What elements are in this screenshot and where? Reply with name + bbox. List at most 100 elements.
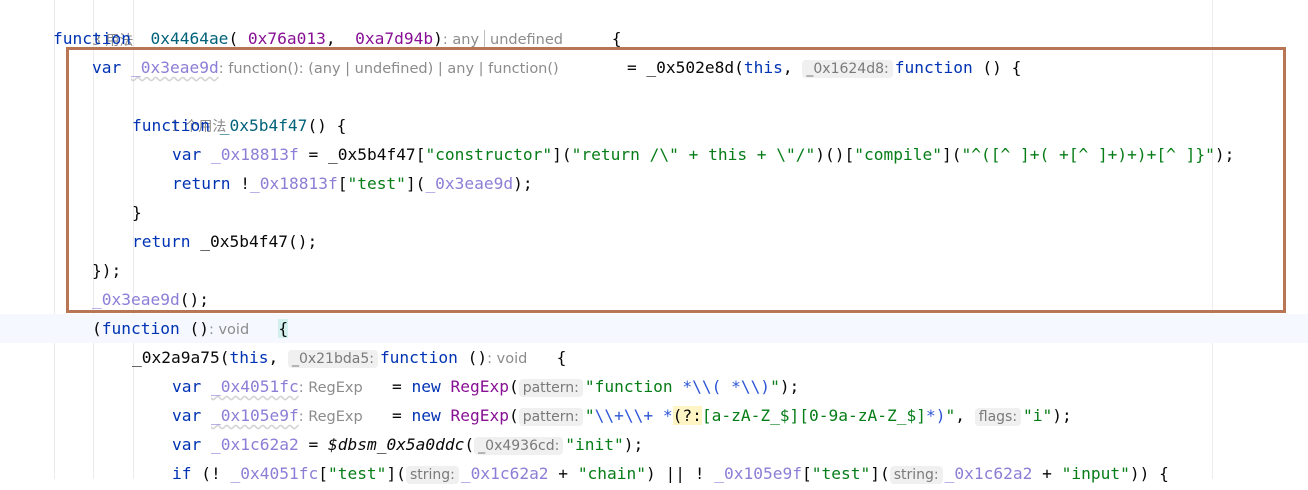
- variable-ref[interactable]: _0x1c62a2: [945, 464, 1033, 483]
- keyword: new: [411, 377, 441, 396]
- type-hint: undefined: [490, 32, 563, 48]
- string-literal: "^([^ ]+( +[^ ]+)+)+[^ ]}": [961, 145, 1215, 164]
- code-text: (): [179, 319, 209, 338]
- code-line-9[interactable]: });: [0, 256, 1308, 285]
- keyword: var: [172, 377, 202, 396]
- code-text: )) {: [1129, 464, 1169, 483]
- paren: (: [92, 319, 102, 338]
- variable-ref[interactable]: _0x1c62a2: [461, 464, 549, 483]
- code-text: ) || !: [646, 464, 715, 483]
- variable-name[interactable]: _0x1c62a2: [211, 435, 299, 454]
- keyword: var: [172, 406, 202, 425]
- code-text: );: [513, 174, 533, 193]
- hint-separator: [484, 30, 486, 47]
- matched-brace: {: [278, 319, 289, 338]
- string-literal: "input": [1061, 464, 1130, 483]
- code-text: ](: [870, 464, 890, 483]
- code-text: =: [391, 377, 412, 396]
- regex-part: *): [926, 406, 946, 425]
- string-literal: ": [945, 406, 956, 425]
- code-line-15[interactable]: var _0x1c62a2 = $dbsm_0x5a0ddc(_0x4936cd…: [0, 430, 1308, 459]
- regex-part: \\+\\+ *: [594, 406, 673, 425]
- code-line-12[interactable]: _0x2a9a75(this, _0x21bda5: function (): v…: [0, 343, 1308, 372]
- keyword: this: [229, 348, 269, 367]
- class-name: RegExp: [440, 377, 509, 396]
- assignment-call: = _0x502e8d(: [626, 58, 744, 77]
- type-hint: : any: [442, 32, 480, 48]
- variable-name[interactable]: _0x18813f: [211, 145, 299, 164]
- parameter-hint: string:: [889, 466, 943, 484]
- keyword: var: [172, 145, 202, 164]
- brace: {: [611, 29, 622, 48]
- code-line-10[interactable]: _0x3eae9d();: [0, 285, 1308, 314]
- function-name[interactable]: _0x4464ae: [141, 29, 229, 48]
- code-text: );: [1214, 145, 1235, 164]
- return-type-hint: : void: [487, 351, 528, 367]
- code-line-14[interactable]: var _0x105e9f: RegExp = new RegExp(patte…: [0, 401, 1308, 430]
- usages-hint[interactable]: 3 用法: [0, 0, 1308, 49]
- code-line-11[interactable]: (function (): void {: [0, 314, 1308, 343]
- code-line-4[interactable]: function _0x5b4f47() {: [0, 111, 1308, 140]
- code-text: ();: [179, 290, 209, 309]
- parameter-hint: _0x21bda5:: [287, 350, 378, 368]
- code-text: );: [779, 377, 800, 396]
- return-type-hint: : void: [208, 322, 250, 338]
- code-line-5[interactable]: var _0x18813f = _0x5b4f47["constructor"]…: [0, 140, 1308, 169]
- code-line-2[interactable]: var _0x3eae9d: function(): (any | undefi…: [0, 53, 1308, 82]
- code-line-8[interactable]: return _0x5b4f47();: [0, 227, 1308, 256]
- code-text: =: [298, 435, 328, 454]
- code-text: );: [623, 435, 644, 454]
- variable-name[interactable]: _0x105e9f: [211, 406, 299, 425]
- code-text: ();: [287, 232, 318, 251]
- parameter-hint: flags:: [974, 408, 1022, 426]
- keyword: return: [172, 174, 231, 193]
- code-line-16[interactable]: if (! _0x4051fc["test"](string: _0x1c62a2…: [0, 459, 1308, 488]
- keyword: if: [172, 464, 192, 483]
- variable-ref[interactable]: _0x4051fc: [230, 464, 318, 483]
- variable-name[interactable]: _0x4051fc: [211, 377, 299, 396]
- function-call[interactable]: $dbsm_0x5a0ddc: [328, 435, 464, 454]
- parameter-hint: string:: [405, 466, 459, 484]
- brace: }: [132, 203, 142, 222]
- parameter: _0x76a013: [238, 29, 326, 48]
- regex-group: (?:: [672, 406, 702, 425]
- code-text: _0x5b4f47: [327, 145, 416, 164]
- code-line-1[interactable]: function _0x4464ae(_0x76a013, _0xa7d94b)…: [0, 24, 1308, 53]
- variable-ref[interactable]: _0x18813f: [250, 174, 338, 193]
- paren: (: [508, 406, 519, 425]
- variable-ref[interactable]: _0x105e9f: [714, 464, 802, 483]
- keyword: return: [132, 232, 191, 251]
- paren: (: [228, 29, 239, 48]
- comma: ,: [268, 348, 288, 367]
- string-literal: "return /\" + this + \"/": [571, 145, 816, 164]
- variable-name[interactable]: _0x3eae9d: [131, 58, 219, 77]
- brace: {: [556, 348, 567, 367]
- class-name: RegExp: [440, 406, 509, 425]
- code-line-13[interactable]: var _0x4051fc: RegExp = new RegExp(patte…: [0, 372, 1308, 401]
- regex-class: [a-zA-Z_$][0-9a-zA-Z_$]: [701, 406, 926, 425]
- string-literal: "init": [565, 435, 624, 454]
- string-literal: "constructor": [425, 145, 553, 164]
- code-line-6[interactable]: return !_0x18813f["test"](_0x3eae9d);: [0, 169, 1308, 198]
- variable-ref[interactable]: _0x3eae9d: [92, 290, 180, 309]
- string-literal: "test": [327, 464, 387, 483]
- keyword: function: [132, 116, 210, 135]
- usages-hint[interactable]: 1 个用法: [0, 82, 1308, 135]
- regex-part: *\\( *\\): [682, 377, 771, 396]
- keyword: function: [101, 319, 180, 338]
- string-literal: ": [584, 406, 595, 425]
- string-literal: "test": [811, 464, 871, 483]
- code-line-7[interactable]: }: [0, 198, 1308, 227]
- comma: ,: [955, 406, 975, 425]
- string-literal: "test": [347, 174, 406, 193]
- code-text: =: [298, 145, 328, 164]
- function-name[interactable]: _0x5b4f47: [210, 116, 308, 135]
- comma: ,: [782, 58, 803, 77]
- code-text: =: [391, 406, 412, 425]
- keyword: this: [743, 58, 783, 77]
- string-literal: "i": [1023, 406, 1053, 425]
- paren: (: [464, 435, 475, 454]
- variable-ref[interactable]: _0x3eae9d: [425, 174, 513, 193]
- keyword: new: [411, 406, 441, 425]
- parameter-hint: _0x1624d8:: [802, 60, 893, 78]
